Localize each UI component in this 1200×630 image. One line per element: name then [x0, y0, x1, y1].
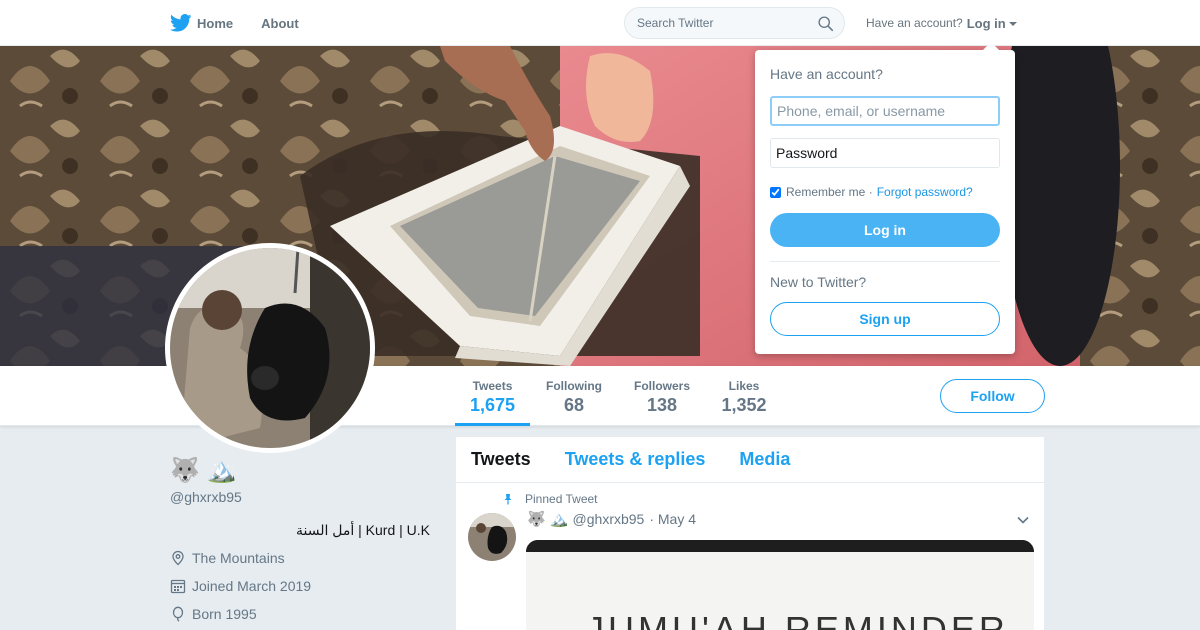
remember-label: Remember me ·	[786, 185, 873, 199]
profile-handle[interactable]: @ghxrxb95	[170, 489, 430, 505]
stat-value: 1,352	[721, 395, 767, 415]
timeline-tabs: Tweets Tweets & replies Media	[456, 437, 1044, 483]
stat-following[interactable]: Following 68	[538, 366, 610, 426]
tab-tweets[interactable]: Tweets	[471, 449, 531, 470]
username-field[interactable]	[770, 96, 1000, 126]
stat-value: 1,675	[469, 395, 516, 415]
signup-button[interactable]: Sign up	[770, 302, 1000, 336]
location-text: The Mountains	[192, 550, 285, 566]
nav-home-label: Home	[197, 15, 234, 31]
nav-about-label: About	[261, 15, 299, 31]
tweet-header: 🐺 🏔️ @ghxrxb95 · May 4	[527, 510, 696, 528]
top-nav-bar: Home About Have an account? Log in	[0, 0, 1200, 46]
login-button[interactable]: Log in	[770, 213, 1000, 247]
profile-sidebar: 🐺 🏔️ @ghxrxb95 أمل السنة | Kurd | U.K Th…	[170, 455, 430, 623]
stat-label: Following	[546, 379, 602, 393]
dropdown-divider	[770, 261, 1000, 262]
nav-about-link[interactable]: About	[261, 16, 299, 31]
search-box	[624, 7, 845, 39]
profile-bio: أمل السنة | Kurd | U.K	[295, 522, 430, 538]
search-icon[interactable]	[817, 15, 834, 32]
profile-avatar[interactable]	[165, 243, 375, 453]
login-dropdown: Have an account? Remember me · Forgot pa…	[755, 42, 1015, 354]
tweet-avatar[interactable]	[468, 513, 516, 561]
stat-tweets[interactable]: Tweets 1,675	[455, 366, 530, 426]
tweet-date[interactable]: · May 4	[649, 511, 696, 527]
dropdown-title: Have an account?	[770, 66, 883, 82]
avatar-image	[170, 248, 370, 448]
nav-home-link[interactable]: Home	[170, 14, 233, 32]
login-toggle-label: Log in	[966, 15, 1006, 31]
tweet-author-handle[interactable]: @ghxrxb95	[573, 511, 645, 527]
stat-likes[interactable]: Likes 1,352	[714, 366, 774, 426]
profile-location: The Mountains	[170, 549, 430, 567]
twitter-bird-icon	[170, 14, 192, 32]
media-handwriting: JUMU'AH REMINDER	[586, 609, 1009, 630]
forgot-password-link[interactable]: Forgot password?	[877, 185, 973, 199]
remember-row: Remember me · Forgot password?	[770, 185, 1000, 199]
profile-birthday: Born 1995	[170, 605, 430, 623]
nav-left: Home About	[170, 0, 327, 46]
remember-checkbox[interactable]	[770, 186, 781, 198]
tab-tweets-replies[interactable]: Tweets & replies	[565, 449, 706, 470]
tab-media[interactable]: Media	[739, 449, 790, 470]
calendar-icon	[170, 579, 186, 594]
tweet-avatar-image	[468, 513, 516, 561]
profile-name: 🐺 🏔️	[170, 457, 237, 484]
follow-button[interactable]: Follow	[940, 379, 1045, 413]
stat-followers[interactable]: Followers 138	[626, 366, 698, 426]
account-area: Have an account? Log in	[866, 0, 1017, 46]
new-to-twitter-prompt: New to Twitter?	[770, 274, 867, 290]
tweet-media-image: JUMU'AH REMINDER	[526, 540, 1034, 630]
timeline: Tweets Tweets & replies Media Pinned Twe…	[456, 437, 1044, 630]
joined-text: Joined March 2019	[192, 578, 312, 594]
stat-value: 138	[646, 395, 678, 415]
born-text: Born 1995	[192, 606, 257, 622]
location-pin-icon	[172, 550, 184, 566]
tweet-author-name[interactable]: 🐺 🏔️	[527, 510, 569, 528]
pinned-text: Pinned Tweet	[525, 492, 598, 506]
balloon-icon	[172, 606, 184, 622]
password-field[interactable]	[770, 138, 1000, 168]
chevron-down-icon[interactable]	[1016, 513, 1030, 527]
tweet-media[interactable]: JUMU'AH REMINDER	[526, 540, 1034, 630]
caret-down-icon	[1008, 22, 1017, 27]
stat-label: Tweets	[472, 379, 513, 393]
search-input[interactable]	[625, 8, 805, 38]
profile-joined: Joined March 2019	[170, 577, 430, 595]
account-prompt: Have an account?	[866, 16, 963, 30]
stat-label: Followers	[633, 379, 690, 393]
login-dropdown-toggle[interactable]: Log in	[967, 16, 1017, 31]
pin-icon	[504, 494, 512, 505]
pinned-label: Pinned Tweet	[502, 492, 598, 506]
stat-value: 68	[563, 395, 585, 415]
stat-label: Likes	[728, 379, 760, 393]
